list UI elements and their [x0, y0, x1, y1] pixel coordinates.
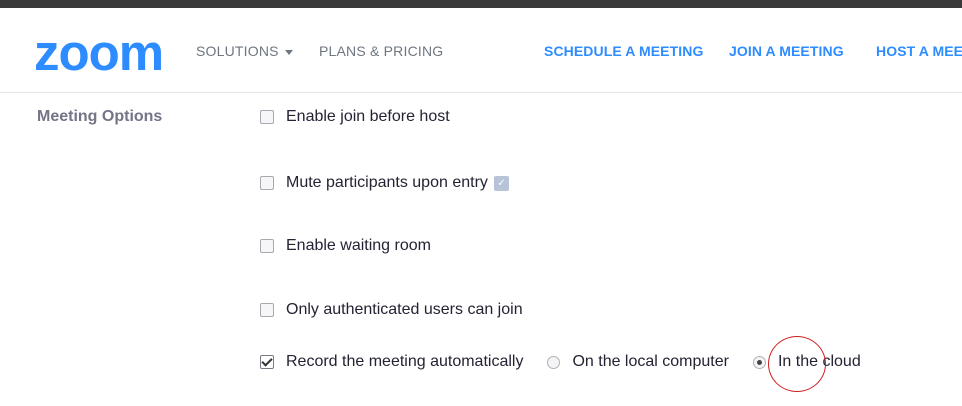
nav-solutions-label: SOLUTIONS: [196, 43, 279, 59]
meeting-options-label: Meeting Options: [37, 108, 163, 125]
record-local-label: On the local computer: [572, 353, 729, 370]
option-join-before-host[interactable]: Enable join before host: [260, 108, 450, 126]
record-automatically-checkbox[interactable]: [260, 355, 274, 369]
option-label: Only authenticated users can join: [286, 301, 523, 318]
zoom-logo[interactable]: zoom: [34, 27, 164, 78]
nav-host-meeting[interactable]: HOST A MEE: [876, 43, 962, 59]
chevron-down-icon: [284, 49, 293, 55]
option-label: Enable join before host: [286, 108, 450, 125]
waiting-room-checkbox[interactable]: [260, 239, 274, 253]
info-icon[interactable]: ✓: [493, 175, 509, 191]
record-local-radio[interactable]: [547, 355, 561, 369]
record-cloud-label: In the cloud: [777, 353, 861, 370]
option-waiting-room[interactable]: Enable waiting room: [260, 237, 431, 255]
option-authenticated-users[interactable]: Only authenticated users can join: [260, 301, 523, 319]
option-label: Mute participants upon entry: [286, 174, 488, 191]
mute-participants-checkbox[interactable]: [260, 176, 274, 190]
nav-join-meeting[interactable]: JOIN A MEETING: [729, 43, 844, 59]
option-mute-participants[interactable]: Mute participants upon entry ✓: [260, 174, 509, 192]
site-header: zoom SOLUTIONS PLANS & PRICING SCHEDULE …: [0, 8, 962, 93]
record-cloud-radio[interactable]: [752, 355, 766, 369]
nav-schedule-meeting[interactable]: SCHEDULE A MEETING: [544, 43, 703, 59]
top-bar: [0, 0, 962, 8]
option-label: Enable waiting room: [286, 237, 431, 254]
join-before-host-checkbox[interactable]: [260, 110, 274, 124]
nav-plans-pricing[interactable]: PLANS & PRICING: [319, 43, 443, 59]
authenticated-users-checkbox[interactable]: [260, 303, 274, 317]
option-label: Record the meeting automatically: [286, 353, 524, 370]
nav-solutions[interactable]: SOLUTIONS: [196, 43, 293, 59]
option-record-automatically[interactable]: Record the meeting automatically On the …: [260, 353, 861, 371]
